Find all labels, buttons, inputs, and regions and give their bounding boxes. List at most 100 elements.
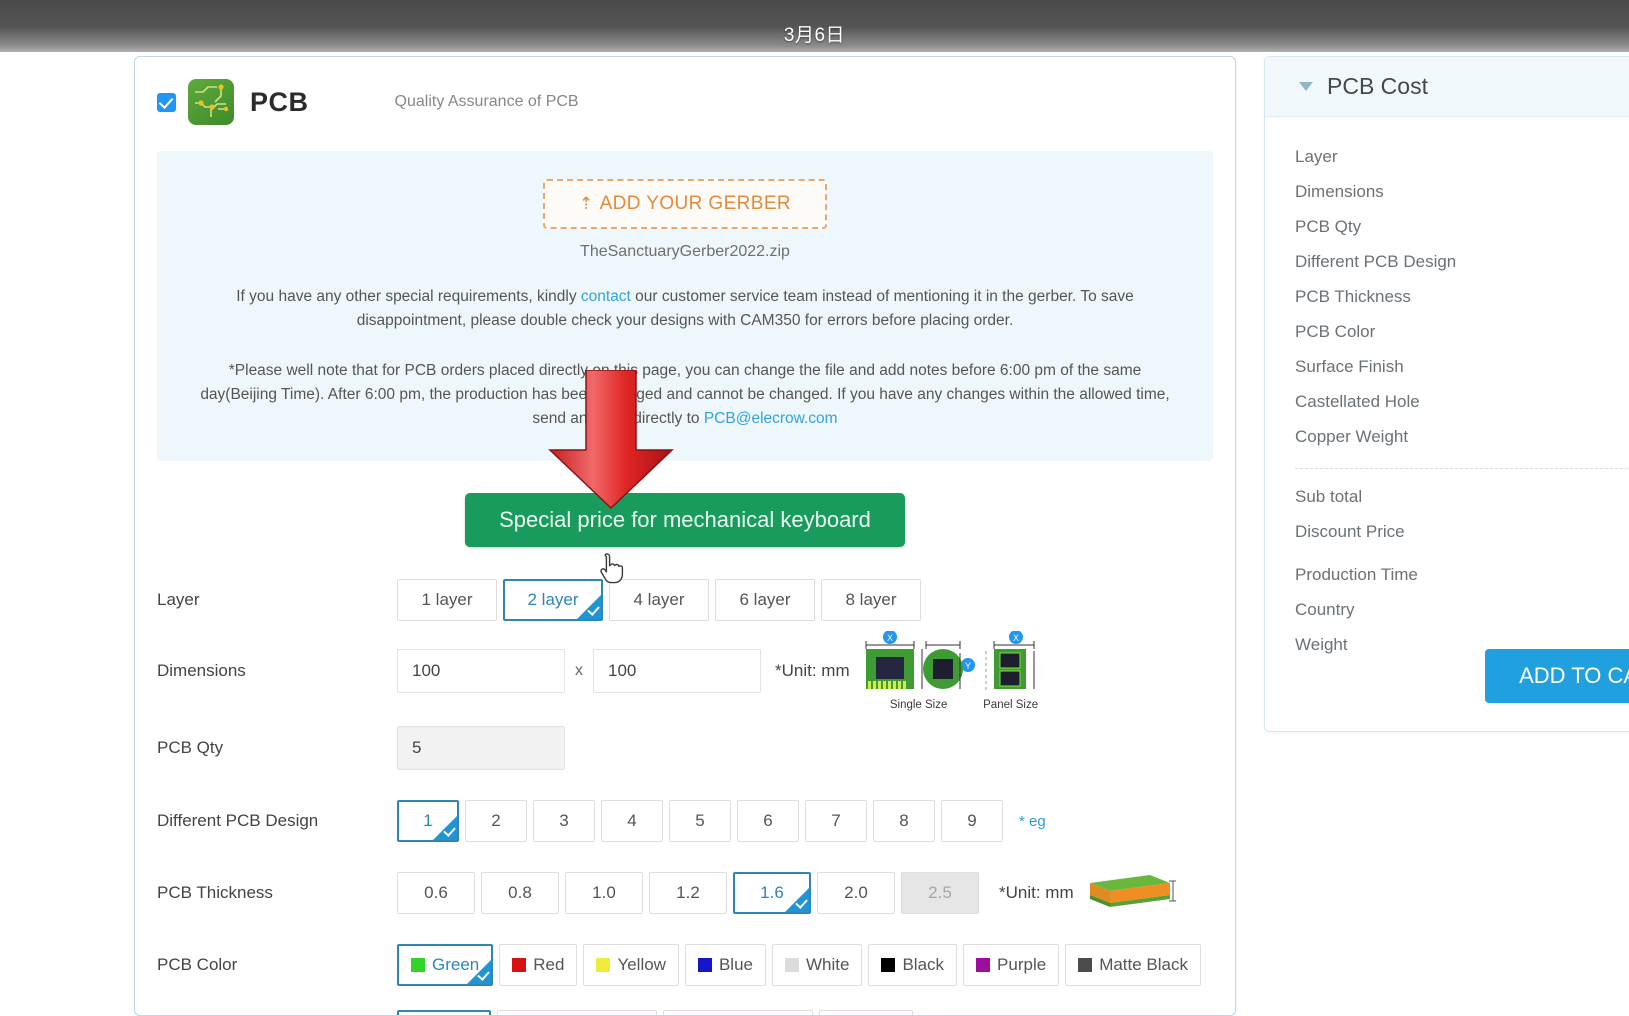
- cost-spacer: [1295, 549, 1629, 557]
- swatch-matte-black: [1078, 958, 1093, 973]
- design-option-5[interactable]: 5: [669, 800, 731, 843]
- design-option-1[interactable]: 1: [397, 800, 459, 843]
- color-option-purple[interactable]: Purple: [963, 944, 1060, 987]
- cost-item-pcb-color: PCB Color: [1295, 322, 1376, 341]
- row-thickness: PCB Thickness 0.6 0.8 1.0 1.2 1.6 2.0 2.…: [135, 857, 1235, 929]
- different-design-eg-link[interactable]: * eg: [1019, 813, 1046, 830]
- card-header: PCB Quality Assurance of PCB: [135, 57, 1235, 125]
- dimensions-separator: x: [575, 662, 583, 680]
- thickness-option-2-0[interactable]: 2.0: [817, 872, 895, 915]
- color-option-yellow[interactable]: Yellow: [583, 944, 679, 987]
- note1-part-a: If you have any other special requiremen…: [236, 288, 581, 305]
- finish-option-hasl-lead-free[interactable]: HASL Lead Free: [497, 1010, 657, 1015]
- cost-item-sub-total: Sub total: [1295, 487, 1363, 506]
- thickness-option-1-2[interactable]: 1.2: [649, 872, 727, 915]
- color-option-green[interactable]: Green: [397, 944, 494, 987]
- color-label-purple: Purple: [997, 955, 1047, 975]
- row-pcb-color: PCB Color Green Red Yellow Blue White Bl…: [135, 929, 1235, 1001]
- swatch-blue: [697, 958, 712, 973]
- row-pcb-qty: PCB Qty: [135, 711, 1235, 785]
- dimensions-unit-label: *Unit: mm: [775, 661, 850, 681]
- color-option-red[interactable]: Red: [499, 944, 578, 987]
- color-option-blue[interactable]: Blue: [684, 944, 766, 987]
- pcb-qty-input[interactable]: [397, 726, 565, 771]
- contact-link[interactable]: contact: [581, 288, 631, 305]
- row-layer: Layer 1 layer 2 layer 4 layer 6 layer 8 …: [135, 569, 1235, 631]
- design-option-6[interactable]: 6: [737, 800, 799, 843]
- product-subtitle: Quality Assurance of PCB: [394, 93, 579, 110]
- pcb-cost-panel: PCB Cost Layer Dimensions PCB Qty Differ…: [1264, 56, 1629, 732]
- layer-option-6[interactable]: 6 layer: [715, 579, 815, 622]
- add-gerber-button[interactable]: ⇡ ADD YOUR GERBER: [542, 179, 828, 229]
- layer-option-4[interactable]: 4 layer: [609, 579, 709, 622]
- thickness-option-1-6[interactable]: 1.6: [733, 872, 811, 915]
- uploaded-file-name: TheSanctuaryGerber2022.zip: [580, 243, 790, 260]
- gerber-upload-panel: ⇡ ADD YOUR GERBER TheSanctuaryGerber2022.…: [157, 151, 1213, 462]
- thickness-option-1-0[interactable]: 1.0: [565, 872, 643, 915]
- design-option-4[interactable]: 4: [601, 800, 663, 843]
- caret-down-icon[interactable]: [1299, 82, 1313, 91]
- color-label-black: Black: [902, 955, 945, 975]
- thickness-option-2-5: 2.5: [901, 872, 979, 915]
- svg-text:Y: Y: [965, 661, 971, 671]
- thickness-option-0-8[interactable]: 0.8: [481, 872, 559, 915]
- design-option-3[interactable]: 3: [533, 800, 595, 843]
- cost-item-pcb-qty: PCB Qty: [1295, 217, 1362, 236]
- cost-item-pcb-thickness: PCB Thickness: [1295, 287, 1411, 306]
- dimensions-width-input[interactable]: [397, 649, 565, 694]
- finish-option-hasl[interactable]: HASL: [397, 1010, 491, 1015]
- panel-size-caption: Panel Size: [983, 699, 1039, 712]
- cost-panel-title: PCB Cost: [1327, 73, 1428, 99]
- design-option-7[interactable]: 7: [805, 800, 867, 843]
- add-to-cart-button[interactable]: ADD TO CART: [1485, 649, 1629, 703]
- pcb-layer-stack-icon: [1084, 869, 1176, 918]
- pcb-board-icon: [188, 79, 234, 125]
- layer-option-2[interactable]: 2 layer: [503, 579, 603, 622]
- pcb-color-label: PCB Color: [157, 955, 238, 975]
- pcb-order-card: PCB Quality Assurance of PCB ⇡ ADD YOUR G…: [134, 56, 1236, 1016]
- cost-item-layer: Layer: [1295, 147, 1338, 166]
- special-price-keyboard-button[interactable]: Special price for mechanical keyboard: [465, 493, 905, 548]
- swatch-red: [512, 958, 527, 973]
- dimensions-label: Dimensions: [157, 661, 246, 681]
- row-surface-finish: Surface Finish HASL HASL Lead Free Immer…: [135, 1001, 1235, 1015]
- cost-item-discount-price: Discount Price: [1295, 522, 1405, 541]
- gerber-note-secondary: *Please well note that for PCB orders pl…: [197, 359, 1173, 431]
- thickness-option-0-6[interactable]: 0.6: [397, 872, 475, 915]
- gerber-note-primary: If you have any other special requiremen…: [197, 285, 1173, 333]
- pcb-enable-checkbox[interactable]: [157, 92, 176, 112]
- cost-item-different-pcb-design: Different PCB Design: [1295, 252, 1457, 271]
- swatch-white: [785, 958, 799, 973]
- cost-panel-header[interactable]: PCB Cost: [1265, 57, 1629, 117]
- layer-label: Layer: [157, 590, 200, 610]
- color-label-yellow: Yellow: [617, 955, 666, 975]
- color-label-white: White: [806, 955, 850, 975]
- layer-option-8[interactable]: 8 layer: [821, 579, 921, 622]
- add-gerber-label: ADD YOUR GERBER: [599, 193, 792, 214]
- different-design-label: Different PCB Design: [157, 811, 319, 831]
- finish-option-immersion-gold[interactable]: Immersion gold: [663, 1010, 814, 1015]
- single-size-figure: X Y Single Size: [860, 630, 978, 711]
- cost-item-country: Country: [1295, 600, 1355, 619]
- color-label-matte-black: Matte Black: [1099, 955, 1188, 975]
- support-email-link[interactable]: PCB@elecrow.com: [704, 410, 838, 427]
- swatch-green: [411, 958, 425, 973]
- color-option-matte-black[interactable]: Matte Black: [1065, 944, 1201, 987]
- thickness-label: PCB Thickness: [157, 883, 273, 903]
- svg-text:X: X: [887, 633, 893, 643]
- dimensions-height-input[interactable]: [593, 649, 761, 694]
- panel-size-figure: X Panel Size: [982, 630, 1040, 712]
- cost-item-copper-weight: Copper Weight: [1295, 427, 1409, 446]
- color-option-black[interactable]: Black: [868, 944, 958, 987]
- swatch-purple: [976, 958, 991, 973]
- pcb-qty-label: PCB Qty: [157, 738, 224, 758]
- design-option-8[interactable]: 8: [873, 800, 935, 843]
- design-option-2[interactable]: 2: [465, 800, 527, 843]
- color-option-white[interactable]: White: [772, 944, 863, 987]
- cost-item-dimensions: Dimensions: [1295, 182, 1384, 201]
- design-option-9[interactable]: 9: [941, 800, 1003, 843]
- finish-option-osp[interactable]: OSP: [819, 1010, 914, 1015]
- layer-option-1[interactable]: 1 layer: [397, 579, 497, 622]
- swatch-black: [881, 958, 896, 973]
- color-label-red: Red: [533, 955, 565, 975]
